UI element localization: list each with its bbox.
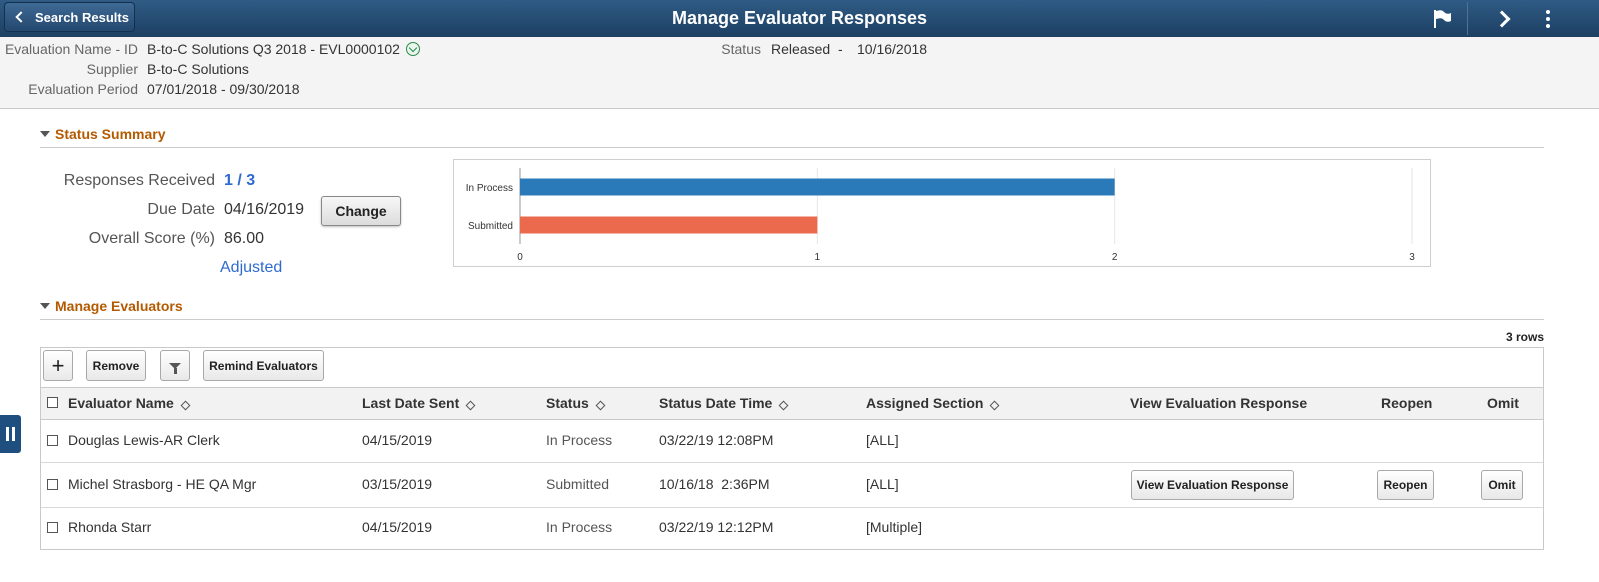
chevron-right-icon[interactable] [1488, 0, 1520, 37]
remind-evaluators-button[interactable]: Remind Evaluators [203, 350, 324, 381]
period-label: Evaluation Period [28, 81, 138, 97]
eval-name-text: B-to-C Solutions Q3 2018 - EVL0000102 [147, 41, 400, 57]
status-summary-header[interactable]: Status Summary [40, 126, 1544, 148]
status-label: Status [721, 41, 761, 57]
filter-icon [169, 362, 181, 374]
grid-toolbar: + Remove Remind Evaluators [41, 348, 1543, 388]
status-cell: In Process [546, 432, 613, 448]
search-results-button[interactable]: Search Results [4, 2, 135, 32]
evaluation-header: Evaluation Name - ID B-to-C Solutions Q3… [0, 37, 1599, 109]
divider [1467, 2, 1468, 35]
status-date-time: 10/16/18 2:36PM [659, 476, 770, 492]
select-all-checkbox[interactable] [47, 397, 58, 408]
evaluator-name-link[interactable]: Rhonda Starr [68, 519, 151, 535]
grid-header: Evaluator Name Last Date Sent Status Sta… [41, 388, 1543, 420]
chart-bar [520, 216, 818, 234]
sort-icon [778, 400, 789, 411]
remove-button[interactable]: Remove [86, 350, 146, 381]
flag-icon[interactable] [1424, 0, 1460, 37]
assigned-section: [Multiple] [866, 519, 923, 535]
col-status[interactable]: Status [546, 388, 606, 419]
period-value: 07/01/2018 - 09/30/2018 [147, 81, 300, 97]
manage-evaluators-header[interactable]: Manage Evaluators [40, 298, 1544, 320]
col-status-date-time[interactable]: Status Date Time [659, 388, 789, 419]
collapse-triangle-icon [40, 131, 50, 137]
col-reopen: Reopen [1381, 395, 1433, 411]
adjusted-link[interactable]: Adjusted [220, 259, 282, 277]
chart-category-label: Submitted [468, 221, 513, 232]
table-row: Douglas Lewis-AR Clerk 04/15/2019 In Pro… [41, 420, 1543, 463]
status-date-time: 03/22/19 12:08PM [659, 432, 774, 448]
responses-received-label: Responses Received [63, 172, 215, 189]
table-row: Rhonda Starr 04/15/2019 In Process 03/22… [41, 508, 1543, 549]
status-chart: 0 1 2 3 In Process Submitted [453, 159, 1431, 267]
chart-tick-label: 3 [1409, 252, 1415, 263]
status-cell: In Process [546, 519, 613, 535]
status-summary-title: Status Summary [55, 126, 166, 142]
view-evaluation-response-button[interactable]: View Evaluation Response [1131, 470, 1294, 500]
sort-icon [180, 400, 191, 411]
sort-icon [595, 400, 606, 411]
col-assigned-section[interactable]: Assigned Section [866, 388, 1000, 419]
pause-icon [5, 427, 17, 441]
supplier-label: Supplier [86, 61, 138, 77]
evaluator-name-link[interactable]: Michel Strasborg - HE QA Mgr [68, 476, 256, 492]
status-date: 10/16/2018 [857, 41, 928, 57]
table-row: Michel Strasborg - HE QA Mgr 03/15/2019 … [41, 463, 1543, 508]
due-date-label: Due Date [147, 201, 215, 218]
row-checkbox[interactable] [47, 435, 58, 446]
page-title: Manage Evaluator Responses [671, 8, 928, 28]
add-row-button[interactable]: + [43, 350, 73, 381]
add-icon: + [51, 352, 65, 378]
chart-tick-label: 0 [517, 252, 523, 263]
reopen-button[interactable]: Reopen [1377, 470, 1434, 500]
chart-tick-label: 2 [1112, 252, 1118, 263]
status-value: Released [771, 41, 831, 57]
collapse-triangle-icon [40, 303, 50, 309]
status-dash: - [838, 41, 843, 57]
last-date-sent: 04/15/2019 [362, 519, 433, 535]
side-panel-toggle[interactable] [0, 415, 21, 453]
col-last-date-sent[interactable]: Last Date Sent [362, 388, 476, 419]
filter-button[interactable] [160, 350, 190, 381]
rows-count: 3 rows [1505, 330, 1544, 344]
assigned-section: [ALL] [866, 476, 899, 492]
chevron-left-icon [15, 11, 27, 23]
eval-name-value: B-to-C Solutions Q3 2018 - EVL0000102 [147, 41, 420, 57]
status-cell: Submitted [546, 476, 610, 492]
evaluator-name-link[interactable]: Douglas Lewis-AR Clerk [68, 432, 220, 448]
row-checkbox[interactable] [47, 479, 58, 490]
eval-name-label: Evaluation Name - ID [4, 41, 138, 57]
col-omit: Omit [1487, 395, 1519, 411]
status-chart-svg: 0 1 2 3 In Process Submitted [466, 168, 1415, 263]
status-date-time: 03/22/19 12:12PM [659, 519, 774, 535]
due-date-value: 04/16/2019 [224, 201, 305, 218]
chart-bar [520, 178, 1115, 196]
sort-icon [990, 400, 1000, 411]
banner: Search Results Manage Evaluator Response… [0, 0, 1599, 37]
supplier-value: B-to-C Solutions [147, 61, 249, 77]
change-button[interactable]: Change [321, 196, 401, 226]
expand-down-icon[interactable] [405, 42, 420, 56]
assigned-section: [ALL] [866, 432, 899, 448]
col-view-evaluation-response: View Evaluation Response [1130, 395, 1308, 411]
sort-icon [465, 400, 476, 411]
last-date-sent: 04/15/2019 [362, 432, 433, 448]
col-evaluator-name[interactable]: Evaluator Name [68, 388, 191, 419]
row-checkbox[interactable] [47, 522, 58, 533]
last-date-sent: 03/15/2019 [362, 476, 433, 492]
more-vertical-icon[interactable] [1536, 0, 1560, 37]
evaluators-grid: + Remove Remind Evaluators Evaluator Nam… [40, 347, 1544, 550]
overall-score-value: 86.00 [224, 230, 265, 247]
search-results-label: Search Results [35, 9, 129, 25]
manage-evaluators-title: Manage Evaluators [55, 298, 183, 314]
omit-button[interactable]: Omit [1481, 470, 1523, 500]
chart-tick-label: 1 [815, 252, 821, 263]
chart-category-label: In Process [466, 183, 513, 194]
responses-received-link[interactable]: 1 / 3 [224, 172, 255, 190]
overall-score-label: Overall Score (%) [88, 230, 215, 247]
